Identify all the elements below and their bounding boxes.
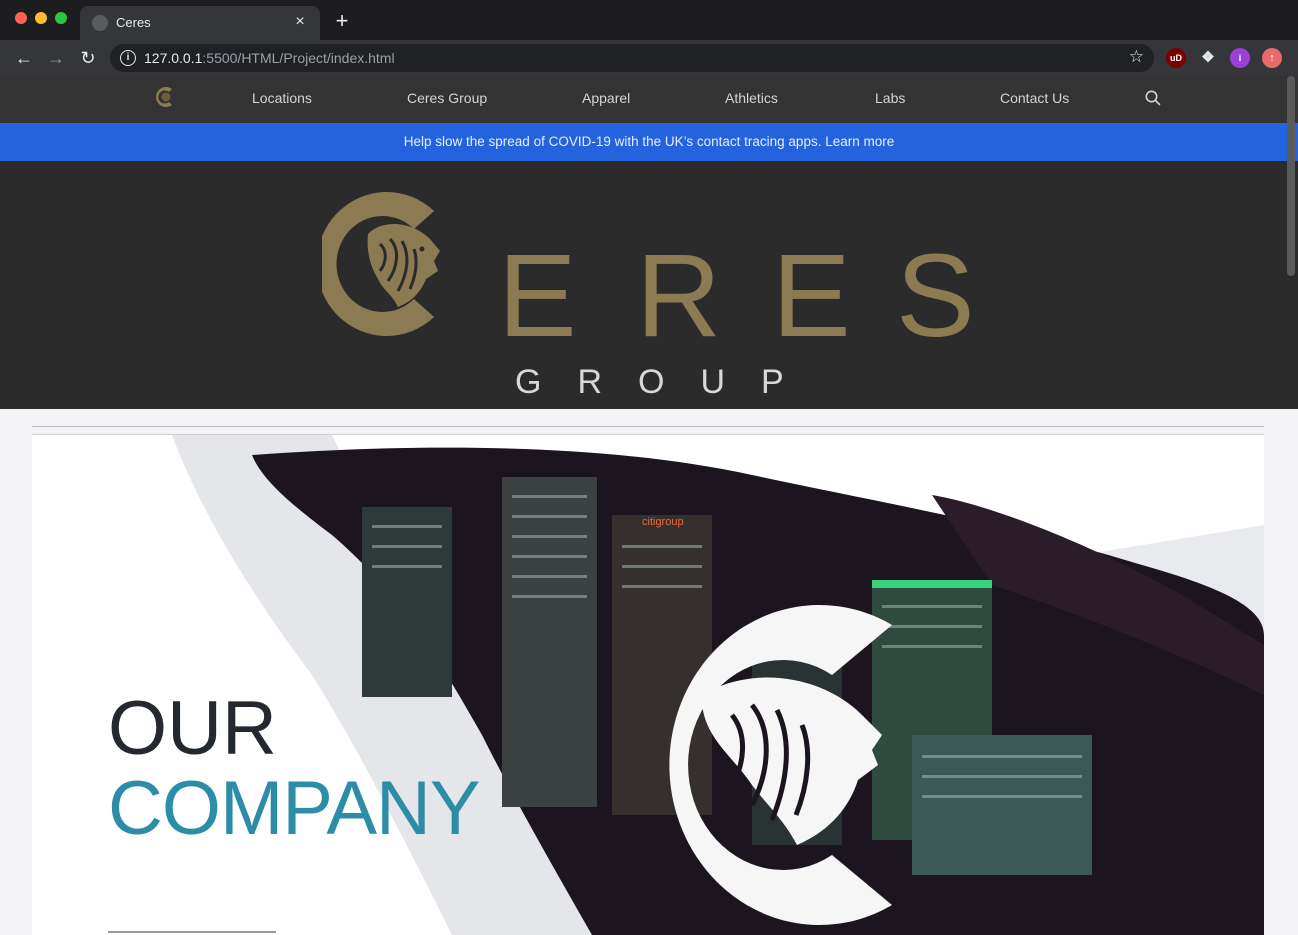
- covid-banner[interactable]: Help slow the spread of COVID-19 with th…: [0, 123, 1298, 161]
- maximize-window-button[interactable]: [55, 12, 67, 24]
- site-navbar: Locations Ceres Group Apparel Athletics …: [0, 76, 1298, 123]
- nav-link-labs[interactable]: Labs: [875, 90, 905, 106]
- close-tab-icon[interactable]: ×: [290, 12, 310, 32]
- reload-icon[interactable]: ↻: [76, 46, 100, 70]
- web-page: Locations Ceres Group Apparel Athletics …: [0, 76, 1298, 935]
- lion-emblem-icon: [322, 192, 440, 336]
- our-company-feature: citigroup OUR COMPANY: [32, 435, 1264, 935]
- back-arrow-icon[interactable]: ←: [12, 46, 36, 70]
- new-tab-button[interactable]: +: [330, 8, 354, 34]
- profile-avatar[interactable]: i: [1230, 48, 1250, 68]
- citigroup-sign: citigroup: [642, 516, 684, 528]
- browser-tab[interactable]: Ceres ×: [80, 6, 320, 40]
- nav-link-contact-us[interactable]: Contact Us: [1000, 90, 1069, 106]
- divider: [32, 426, 1264, 427]
- nav-link-locations[interactable]: Locations: [252, 90, 312, 106]
- info-icon[interactable]: i: [120, 50, 136, 66]
- hero-letter: E: [772, 230, 851, 362]
- globe-icon: [92, 15, 108, 31]
- bookmark-star-icon[interactable]: ☆: [1129, 47, 1144, 67]
- puzzle-extensions-icon[interactable]: ❖: [1198, 48, 1218, 68]
- hero-letter: E: [498, 230, 577, 362]
- divider: [108, 931, 276, 933]
- ublock-extension-icon[interactable]: uD: [1166, 48, 1186, 68]
- city-brush-image: citigroup: [172, 435, 1264, 935]
- nav-link-ceres-group[interactable]: Ceres Group: [407, 90, 487, 106]
- hero-letter: R: [636, 230, 722, 362]
- nav-link-apparel[interactable]: Apparel: [582, 90, 630, 106]
- company-heading: COMPANY: [108, 766, 481, 851]
- close-window-button[interactable]: [15, 12, 27, 24]
- tab-title: Ceres: [116, 15, 151, 30]
- hero-subtitle-group: GROUP: [515, 363, 820, 401]
- update-arrow-icon[interactable]: ↑: [1262, 48, 1282, 68]
- url-text[interactable]: 127.0.0.1:5500/HTML/Project/index.html: [144, 50, 395, 66]
- minimize-window-button[interactable]: [35, 12, 47, 24]
- hero-letter: S: [896, 230, 975, 362]
- search-icon[interactable]: [1144, 89, 1162, 107]
- browser-tabbar: Ceres × +: [0, 0, 1298, 40]
- our-heading: OUR: [108, 686, 277, 771]
- ceres-logo-icon[interactable]: [152, 84, 178, 110]
- nav-link-athletics[interactable]: Athletics: [725, 90, 778, 106]
- page-scrollbar[interactable]: [1287, 76, 1295, 276]
- browser-toolbar: ← → ↻ i 127.0.0.1:5500/HTML/Project/inde…: [0, 40, 1298, 76]
- forward-arrow-icon[interactable]: →: [44, 46, 68, 70]
- address-bar[interactable]: i 127.0.0.1:5500/HTML/Project/index.html…: [110, 44, 1154, 72]
- hero-logo-section: E R E S GROUP: [0, 161, 1298, 409]
